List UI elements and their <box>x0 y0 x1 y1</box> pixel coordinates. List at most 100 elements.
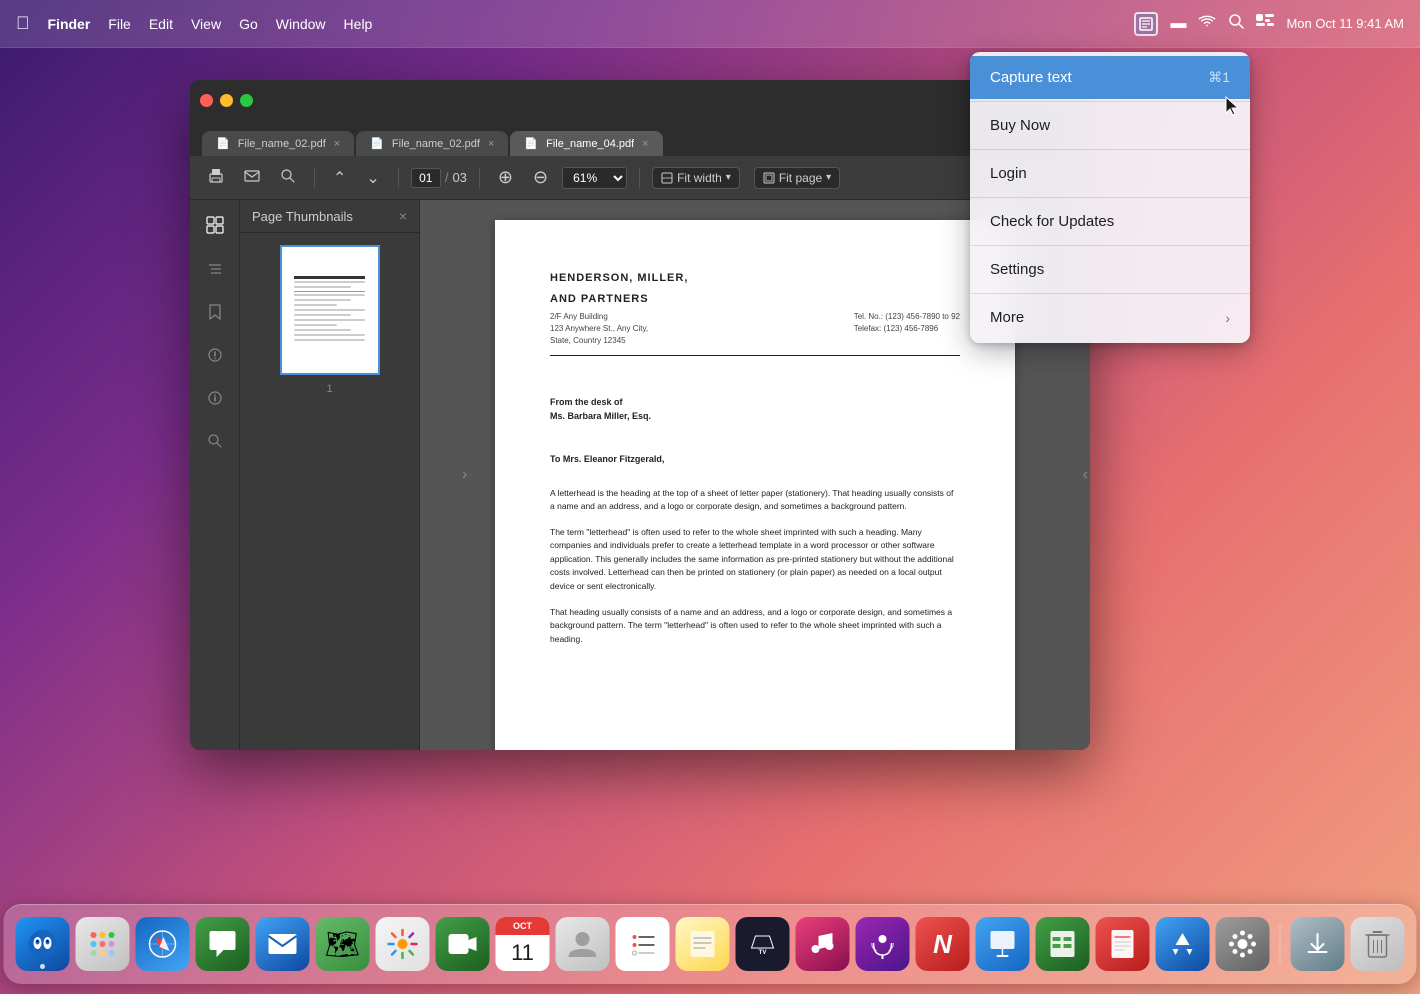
address-right: Tel. No.: (123) 456-7890 to 92 Telefax: … <box>854 311 960 347</box>
dock-item-contacts[interactable] <box>556 917 610 971</box>
dock-item-appletv[interactable]: TV <box>736 917 790 971</box>
page-indicator: / 03 <box>411 168 467 188</box>
dock-item-airdrop[interactable] <box>1291 917 1345 971</box>
zoom-select[interactable]: 61% 50% 75% 100% <box>562 167 627 189</box>
wifi-icon[interactable] <box>1198 14 1216 33</box>
tab-3[interactable]: 📄 File_name_04.pdf × <box>510 131 662 156</box>
sidebar-outline-icon[interactable] <box>203 257 227 286</box>
view-menu[interactable]: View <box>191 16 221 32</box>
dropdown-item-more[interactable]: More › <box>970 296 1250 339</box>
sidebar-annotation-icon[interactable] <box>203 343 227 372</box>
dock-item-safari[interactable] <box>136 917 190 971</box>
sidebar-info-icon[interactable] <box>203 386 227 415</box>
dock: 🗺 OCT 11 <box>4 904 1417 984</box>
dropdown-separator-4 <box>970 245 1250 246</box>
dropdown-item-capture-text[interactable]: Capture text ⌘1 <box>970 56 1250 99</box>
dropdown-item-login[interactable]: Login <box>970 152 1250 195</box>
fit-page-button[interactable]: Fit page ▾ <box>754 167 840 189</box>
dock-item-podcasts[interactable] <box>856 917 910 971</box>
tab-bar: 📄 File_name_02.pdf × 📄 File_name_02.pdf … <box>190 120 1090 156</box>
tab-1[interactable]: 📄 File_name_02.pdf × <box>202 131 354 156</box>
print-button[interactable] <box>202 164 230 191</box>
page-input[interactable] <box>411 168 441 188</box>
dock-item-facetime[interactable] <box>436 917 490 971</box>
more-arrow-icon: › <box>1225 310 1230 326</box>
tab-2-icon: 📄 <box>370 137 384 150</box>
spotlight-icon[interactable] <box>1228 13 1244 34</box>
tel-line: Tel. No.: (123) 456-7890 to 92 <box>854 311 960 323</box>
dock-item-calendar[interactable]: OCT 11 <box>496 917 550 971</box>
dock-item-system-preferences[interactable] <box>1216 917 1270 971</box>
toolbar-sep-3 <box>479 168 480 188</box>
thumbnail-panel-close[interactable]: × <box>399 208 407 224</box>
dock-item-reminders[interactable] <box>616 917 670 971</box>
sidebar-bookmark-icon[interactable] <box>204 300 226 329</box>
go-menu[interactable]: Go <box>239 16 258 32</box>
buy-now-label: Buy Now <box>990 117 1050 134</box>
file-menu[interactable]: File <box>108 16 131 32</box>
dock-item-messages[interactable] <box>196 917 250 971</box>
nav-up-button[interactable]: ⌃ <box>327 164 352 192</box>
tab-1-close[interactable]: × <box>334 138 340 150</box>
toolbar-sep-1 <box>314 168 315 188</box>
address-left: 2/F Any Building 123 Anywhere St., Any C… <box>550 311 648 347</box>
dock-item-pages[interactable] <box>1096 917 1150 971</box>
minimize-button[interactable] <box>220 94 233 107</box>
more-label: More <box>990 309 1024 326</box>
tab-2-label: File_name_02.pdf <box>392 138 480 150</box>
capture-text-shortcut: ⌘1 <box>1208 69 1230 86</box>
address-line3: State, Country 12345 <box>550 335 648 347</box>
window-titlebar <box>190 80 1090 120</box>
battery-icon[interactable]: ▬ <box>1170 15 1186 33</box>
close-button[interactable] <box>200 94 213 107</box>
edit-menu[interactable]: Edit <box>149 16 173 32</box>
dock-item-trash[interactable] <box>1351 917 1405 971</box>
tab-2-close[interactable]: × <box>488 138 494 150</box>
fit-width-button[interactable]: Fit width ▾ <box>652 167 740 189</box>
dock-item-music[interactable] <box>796 917 850 971</box>
zoom-in-button[interactable]: ⊕ <box>492 163 519 192</box>
toolbar: ⌃ ⌄ / 03 ⊕ ⊖ 61% 50% 75% 100% <box>190 156 1090 200</box>
fit-page-arrow: ▾ <box>826 172 831 183</box>
dock-item-news[interactable]: N <box>916 917 970 971</box>
dropdown-item-settings[interactable]: Settings <box>970 248 1250 291</box>
dock-item-appstore[interactable] <box>1156 917 1210 971</box>
dropdown-item-buy-now[interactable]: Buy Now <box>970 104 1250 147</box>
tab-2[interactable]: 📄 File_name_02.pdf × <box>356 131 508 156</box>
search-button[interactable] <box>274 164 302 191</box>
thumbnail-page-1[interactable] <box>280 245 380 375</box>
control-center-icon[interactable] <box>1256 14 1274 33</box>
sidebar-search-icon[interactable] <box>203 429 227 458</box>
dropdown-item-check-updates[interactable]: Check for Updates <box>970 200 1250 243</box>
dock-item-maps[interactable]: 🗺 <box>316 917 370 971</box>
dock-item-keynote[interactable] <box>976 917 1030 971</box>
maximize-button[interactable] <box>240 94 253 107</box>
settings-label: Settings <box>990 261 1044 278</box>
company-name-line1: HENDERSON, MILLER, <box>550 270 960 287</box>
scroll-left-arrow[interactable]: › <box>462 466 467 484</box>
tab-3-close[interactable]: × <box>642 138 648 150</box>
letter-from: From the desk of Ms. Barbara Miller, Esq… <box>550 396 960 423</box>
zoom-out-button[interactable]: ⊖ <box>527 163 554 192</box>
help-menu[interactable]: Help <box>344 16 373 32</box>
maps-emoji: 🗺 <box>325 928 361 961</box>
window-menu[interactable]: Window <box>276 16 326 32</box>
dock-item-launchpad[interactable] <box>76 917 130 971</box>
news-letter: N <box>933 929 952 960</box>
company-name-line2: AND PARTNERS <box>550 291 960 308</box>
sidebar-thumbnails-icon[interactable] <box>202 212 228 243</box>
letter-to: To Mrs. Eleanor Fitzgerald, <box>550 453 960 467</box>
scroll-right-arrow[interactable]: ‹ <box>1083 466 1088 484</box>
para-1: A letterhead is the heading at the top o… <box>550 487 960 514</box>
finder-menu[interactable]: Finder <box>48 16 91 32</box>
dock-item-photos[interactable] <box>376 917 430 971</box>
dock-item-numbers[interactable] <box>1036 917 1090 971</box>
fit-width-arrow: ▾ <box>726 172 731 183</box>
dock-item-finder[interactable] <box>16 917 70 971</box>
dock-item-notes[interactable] <box>676 917 730 971</box>
apple-menu[interactable]:  <box>16 13 30 34</box>
capture-text-menubar-icon[interactable] <box>1134 12 1158 36</box>
dock-item-mail[interactable] <box>256 917 310 971</box>
email-button[interactable] <box>238 164 266 191</box>
nav-down-button[interactable]: ⌄ <box>360 164 385 192</box>
